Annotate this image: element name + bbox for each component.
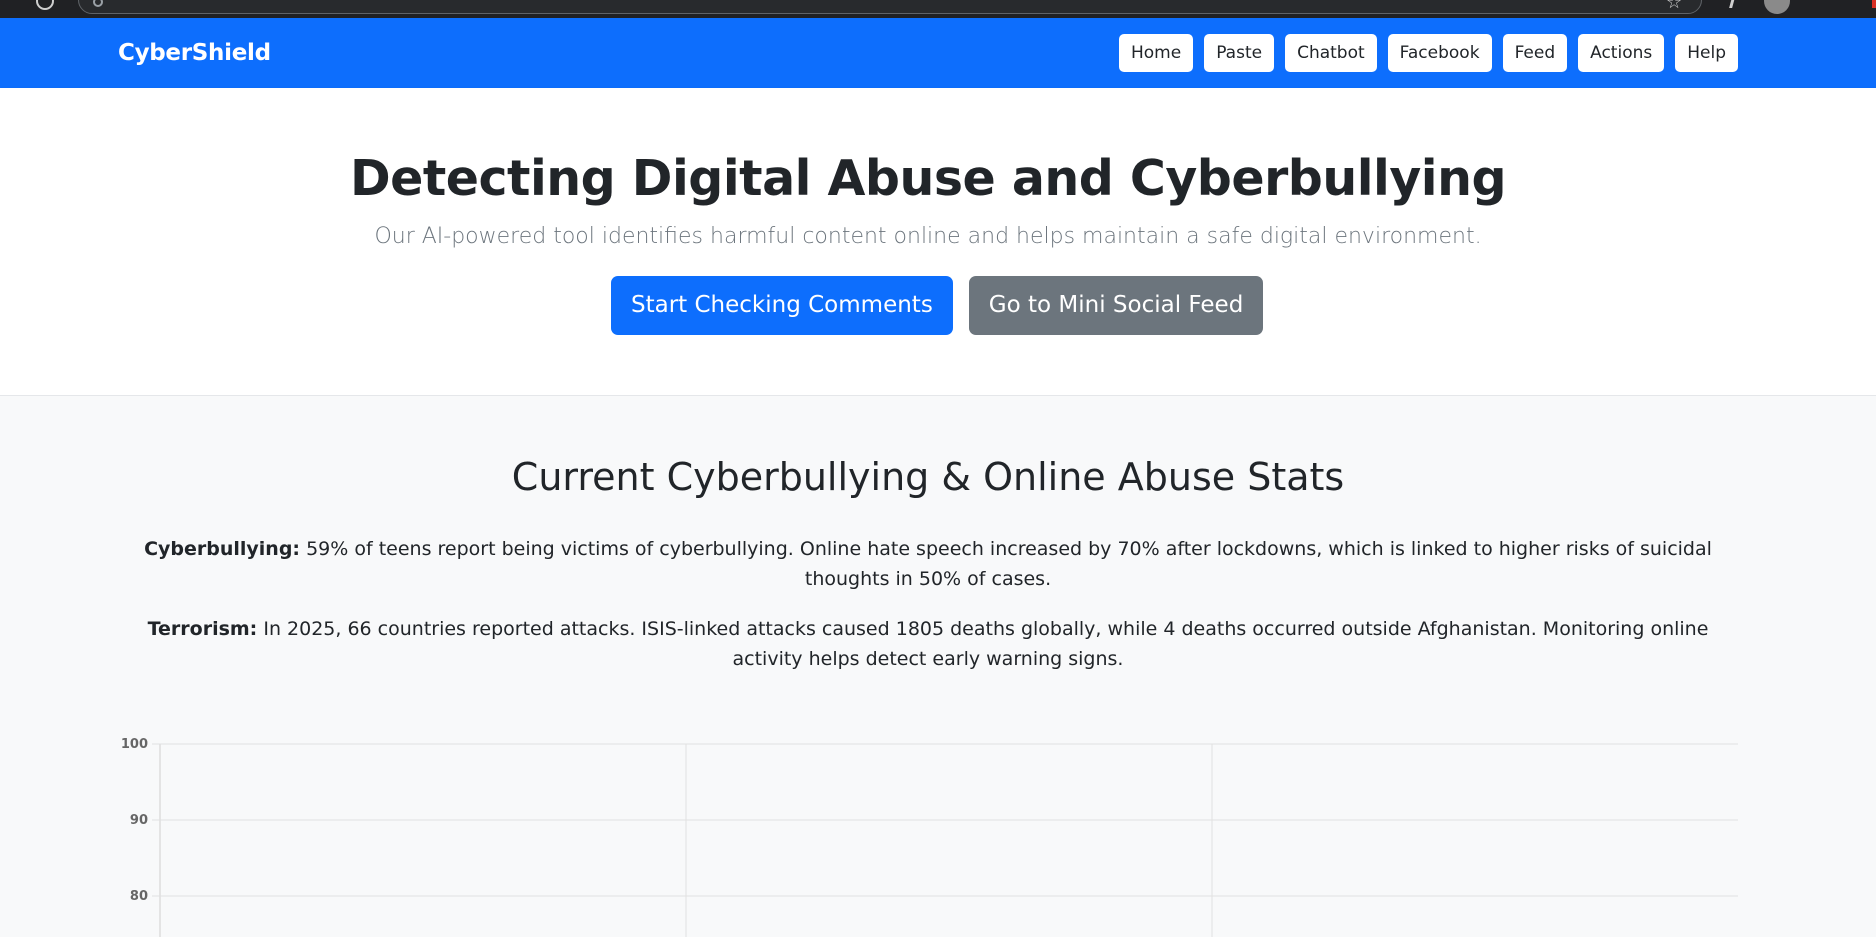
nav-links: Home Paste Chatbot Facebook Feed Actions… <box>1118 34 1738 72</box>
terrorism-stat: Terrorism: In 2025, 66 countries reporte… <box>118 614 1738 674</box>
y-tick-label: 80 <box>130 889 148 904</box>
cyberbullying-text: 59% of teens report being victims of cyb… <box>306 538 1712 590</box>
hero-section: Detecting Digital Abuse and Cyberbullyin… <box>0 88 1876 396</box>
site-info-icon[interactable] <box>36 0 54 10</box>
address-bar[interactable] <box>78 0 1702 14</box>
hero-actions: Start Checking Comments Go to Mini Socia… <box>611 276 1264 335</box>
go-to-mini-social-feed-button[interactable]: Go to Mini Social Feed <box>968 276 1264 335</box>
stats-title: Current Cyberbullying & Online Abuse Sta… <box>511 455 1345 499</box>
nav-home-button[interactable]: Home <box>1118 34 1194 72</box>
stats-chart: 100 90 80 <box>110 734 1750 937</box>
notification-indicator <box>1872 0 1876 8</box>
terrorism-text: In 2025, 66 countries reported attacks. … <box>263 618 1709 670</box>
nav-chatbot-button[interactable]: Chatbot <box>1285 34 1377 72</box>
nav-help-button[interactable]: Help <box>1675 34 1738 72</box>
navbar: CyberShield Home Paste Chatbot Facebook … <box>0 18 1876 88</box>
start-checking-comments-button[interactable]: Start Checking Comments <box>611 276 953 335</box>
cyberbullying-stat: Cyberbullying: 59% of teens report being… <box>118 534 1738 594</box>
brand-logo[interactable]: CyberShield <box>118 38 271 68</box>
hero-title: Detecting Digital Abuse and Cyberbullyin… <box>349 150 1507 207</box>
chart-canvas: 100 90 80 <box>121 737 1738 937</box>
nav-feed-button[interactable]: Feed <box>1502 34 1568 72</box>
hero-subtitle: Our AI-powered tool identifies harmful c… <box>374 224 1482 249</box>
y-tick-label: 100 <box>121 737 148 752</box>
profile-avatar[interactable] <box>1764 0 1790 14</box>
extension-icon[interactable] <box>1720 0 1736 8</box>
lock-icon <box>93 0 103 7</box>
browser-chrome: ☆ <box>0 0 1876 18</box>
y-tick-label: 90 <box>130 813 148 828</box>
nav-actions-button[interactable]: Actions <box>1578 34 1665 72</box>
terrorism-label: Terrorism: <box>147 618 258 640</box>
bookmark-star-icon[interactable]: ☆ <box>1666 0 1682 12</box>
nav-paste-button[interactable]: Paste <box>1204 34 1275 72</box>
nav-facebook-button[interactable]: Facebook <box>1387 34 1492 72</box>
cyberbullying-label: Cyberbullying: <box>144 538 301 560</box>
